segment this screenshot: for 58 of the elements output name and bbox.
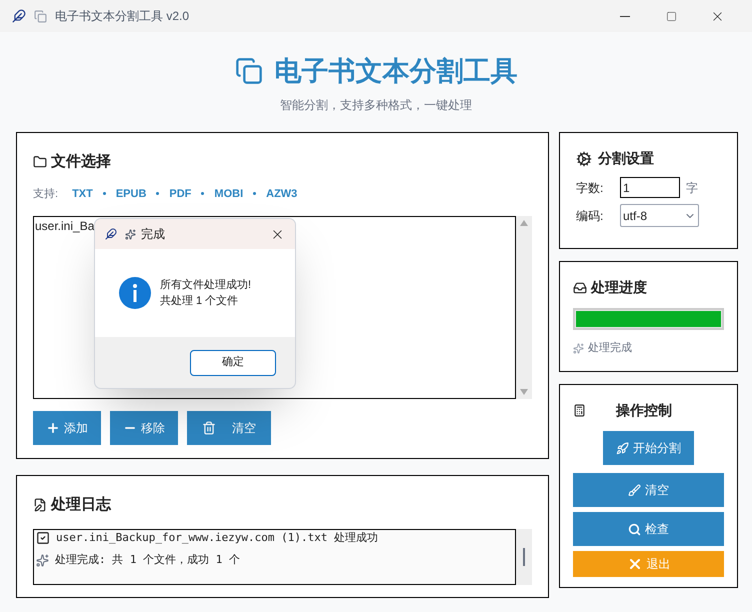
format-label: TXT bbox=[72, 186, 93, 202]
brush-icon bbox=[628, 484, 641, 496]
format-label: AZW3 bbox=[266, 186, 298, 202]
gear-icon bbox=[576, 150, 592, 166]
log-entry: 处理完成: 共 1 个文件，成功 1 个 bbox=[55, 552, 240, 568]
maximize-icon bbox=[666, 10, 676, 22]
unit-label: 字 bbox=[686, 180, 698, 196]
feather-icon bbox=[105, 228, 117, 240]
search-icon bbox=[628, 522, 641, 536]
control-button[interactable]: 开始分割 bbox=[603, 431, 694, 465]
calculator-icon bbox=[573, 404, 586, 417]
panel-title: 操作控制 bbox=[616, 401, 672, 420]
folder-icon bbox=[33, 155, 47, 170]
window-title: 电子书文本分割工具 v2.0 bbox=[55, 8, 190, 25]
input-field[interactable]: 1 bbox=[620, 177, 680, 198]
dialog-title: 完成 bbox=[141, 226, 165, 243]
copy-icon bbox=[34, 10, 47, 22]
progress-status: 处理完成 bbox=[588, 340, 632, 356]
file-action-button[interactable]: 添加 bbox=[33, 411, 101, 445]
feather-icon bbox=[12, 9, 26, 23]
dialog-message: 共处理 1 个文件 bbox=[160, 294, 240, 309]
control-button[interactable]: 检查 bbox=[573, 512, 724, 546]
format-label: MOBI bbox=[214, 186, 244, 202]
scrollbar[interactable] bbox=[516, 528, 532, 584]
sparkle-icon bbox=[36, 554, 49, 567]
file-action-button[interactable]: 清空 bbox=[187, 411, 271, 445]
app-title: 电子书文本分割工具 bbox=[274, 55, 518, 88]
field-label: 编码: bbox=[576, 208, 604, 224]
rocket-icon bbox=[616, 442, 629, 454]
copy-icon bbox=[234, 57, 262, 86]
panel-title: 处理日志 bbox=[51, 495, 111, 515]
scrollbar[interactable] bbox=[516, 216, 532, 399]
edit-icon bbox=[33, 498, 47, 512]
inbox-icon bbox=[573, 280, 587, 294]
control-button[interactable]: 退出 bbox=[573, 551, 724, 577]
plus-icon bbox=[46, 421, 60, 435]
encoding-select[interactable]: utf-8 bbox=[620, 204, 699, 227]
dialog-message: 所有文件处理成功! bbox=[160, 278, 252, 293]
formats-label: 支持: bbox=[33, 186, 58, 202]
sparkle-icon bbox=[125, 228, 136, 240]
trash-icon bbox=[202, 421, 216, 435]
field-label: 字数: bbox=[576, 180, 604, 196]
panel-title: 分割设置 bbox=[598, 149, 654, 168]
app-subtitle: 智能分割，支持多种格式，一键处理 bbox=[280, 96, 472, 114]
info-icon bbox=[119, 277, 151, 309]
checkbox-icon bbox=[36, 530, 50, 545]
panel-title: 文件选择 bbox=[51, 152, 111, 172]
scroll-down-icon[interactable] bbox=[520, 389, 528, 395]
log-entry: user.ini_Backup_for_www.iezyw.com (1).txt 处理成功 bbox=[56, 530, 378, 546]
file-item[interactable]: user.ini_Ba bbox=[35, 217, 94, 235]
scroll-up-icon[interactable] bbox=[520, 220, 528, 226]
format-label: EPUB bbox=[116, 186, 146, 202]
control-button[interactable]: 清空 bbox=[573, 473, 724, 507]
format-label: PDF bbox=[169, 186, 192, 202]
ok-button[interactable]: 确定 bbox=[190, 350, 276, 376]
panel-title: 处理进度 bbox=[591, 278, 647, 297]
file-action-button[interactable]: 移除 bbox=[110, 411, 178, 445]
sparkle-icon bbox=[573, 342, 584, 354]
